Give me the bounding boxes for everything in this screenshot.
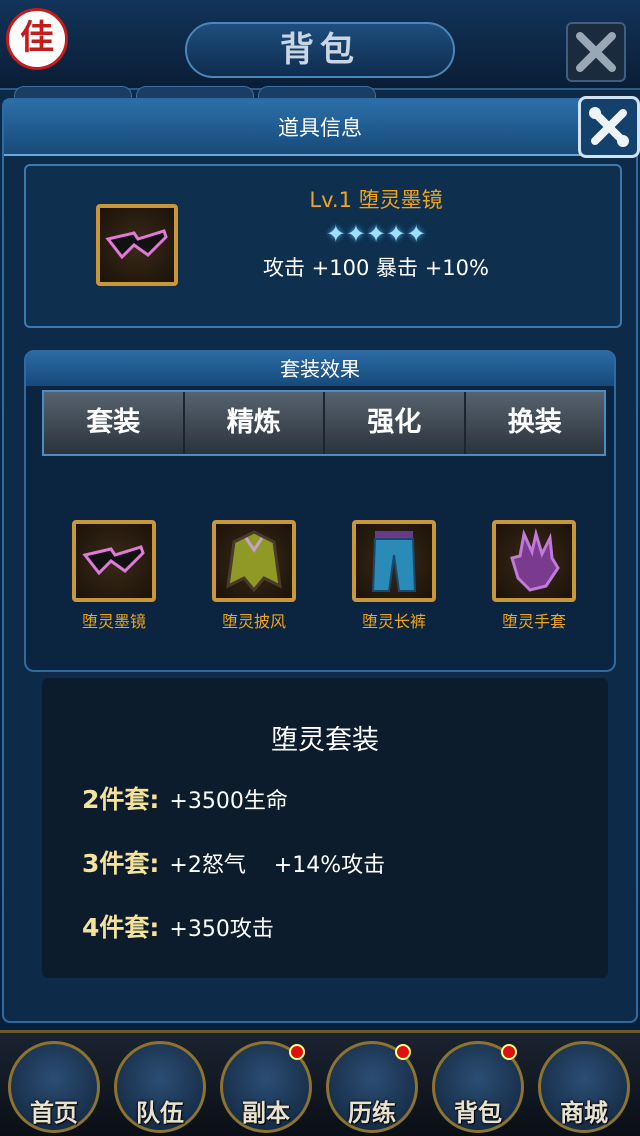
tab-refine[interactable]: 精炼 <box>184 392 325 454</box>
set-piece-cloak[interactable]: 堕灵披风 <box>204 520 304 632</box>
page-title: 背包 <box>185 22 455 78</box>
set-piece-pants[interactable]: 堕灵长裤 <box>344 520 444 632</box>
item-icon[interactable] <box>96 204 178 286</box>
cloak-icon <box>226 530 282 593</box>
avatar[interactable]: 佳 <box>6 8 68 70</box>
set-piece-glove[interactable]: 堕灵手套 <box>484 520 584 632</box>
nav-label: 队伍 <box>136 1099 184 1127</box>
set-piece-label: 堕灵手套 <box>501 612 566 631</box>
nav-dungeon[interactable]: 副本 <box>220 1041 312 1133</box>
item-info-popup: 道具信息 Lv.1 堕灵墨镜 ✦✦✦✦✦ 攻击 +100 暴击 +10% 套装效… <box>2 96 640 1023</box>
nav-label: 副本 <box>242 1099 290 1127</box>
popup-title: 道具信息 <box>278 116 362 140</box>
item-info-box: Lv.1 堕灵墨镜 ✦✦✦✦✦ 攻击 +100 暴击 +10% <box>24 164 622 328</box>
glove-icon <box>510 528 560 592</box>
nav-label: 首页 <box>30 1099 78 1127</box>
set-bonus-value: +3500生命 <box>169 789 288 814</box>
tab-enhance[interactable]: 强化 <box>325 392 466 454</box>
set-piece-icon <box>212 520 296 602</box>
item-stats: 攻击 +100 暴击 +10% <box>263 256 489 280</box>
set-piece-label: 堕灵披风 <box>221 612 286 631</box>
set-bonus-value: +350攻击 <box>169 917 274 942</box>
nav-team[interactable]: 队伍 <box>114 1041 206 1133</box>
nav-home[interactable]: 首页 <box>8 1041 100 1133</box>
nav-label: 商城 <box>560 1099 608 1127</box>
set-piece-icon <box>352 520 436 602</box>
item-name: Lv.1 堕灵墨镜 <box>309 188 443 212</box>
tab-bar: 套装 精炼 强化 换装 <box>42 390 606 456</box>
pants-icon <box>371 531 417 592</box>
set-piece-label: 堕灵长裤 <box>361 612 426 631</box>
set-piece-label: 堕灵墨镜 <box>81 612 146 631</box>
popup-header: 道具信息 <box>4 100 636 156</box>
set-bonus-row: 3件套: +2怒气 +14%攻击 <box>82 844 385 880</box>
nav-shop[interactable]: 商城 <box>538 1041 630 1133</box>
set-bonus-row: 4件套: +350攻击 <box>82 908 274 944</box>
nav-label: 背包 <box>454 1099 502 1127</box>
nav-training[interactable]: 历练 <box>326 1041 418 1133</box>
notification-dot <box>501 1044 517 1060</box>
bottom-nav: 首页 队伍 副本 历练 背包 商城 <box>0 1030 640 1136</box>
set-piece-icon <box>72 520 156 602</box>
set-title: 堕灵套装 <box>271 725 379 756</box>
set-bonus-row: 2件套: +3500生命 <box>82 780 288 816</box>
set-bonus-key: 3件套: <box>82 849 160 878</box>
nav-label: 历练 <box>348 1099 396 1127</box>
tab-swap[interactable]: 换装 <box>465 392 604 454</box>
notification-dot <box>289 1044 305 1060</box>
set-effect-box: 套装效果 套装 精炼 强化 换装 堕灵墨镜 堕灵披风 堕灵长裤 堕灵手套 <box>24 350 616 672</box>
notification-dot <box>395 1044 411 1060</box>
background-close-button[interactable] <box>566 22 626 82</box>
set-bonus-key: 4件套: <box>82 913 160 942</box>
set-effect-header: 套装效果 <box>26 352 614 386</box>
set-piece-glasses[interactable]: 堕灵墨镜 <box>64 520 164 632</box>
set-description: 堕灵套装 2件套: +3500生命 3件套: +2怒气 +14%攻击 4件套: +35… <box>42 678 608 978</box>
close-icon <box>589 107 629 147</box>
star-rating: ✦✦✦✦✦ <box>325 220 427 248</box>
tab-set[interactable]: 套装 <box>44 392 185 454</box>
set-bonus-key: 2件套: <box>82 785 160 814</box>
glasses-icon <box>105 229 168 260</box>
close-icon <box>576 32 616 72</box>
popup-close-button[interactable] <box>578 96 640 158</box>
set-bonus-value: +2怒气 +14%攻击 <box>169 853 386 878</box>
glasses-icon <box>82 545 145 576</box>
nav-bag[interactable]: 背包 <box>432 1041 524 1133</box>
set-piece-icon <box>492 520 576 602</box>
